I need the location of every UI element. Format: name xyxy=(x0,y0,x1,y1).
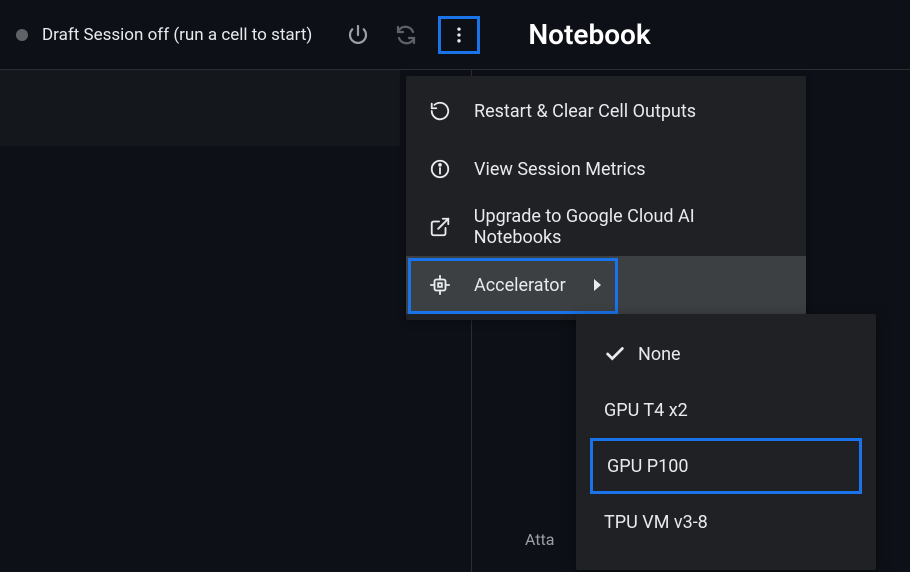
menu-label: Upgrade to Google Cloud AI Notebooks xyxy=(474,206,784,248)
attach-label: Atta xyxy=(525,530,554,549)
toolbar-icons xyxy=(346,23,418,47)
accelerator-option-none[interactable]: None xyxy=(590,326,862,382)
menu-item-upgrade[interactable]: Upgrade to Google Cloud AI Notebooks xyxy=(406,198,806,256)
chip-icon xyxy=(428,273,452,297)
menu-label: Restart & Clear Cell Outputs xyxy=(474,101,696,122)
restart-icon xyxy=(428,99,452,123)
more-options-button[interactable] xyxy=(438,16,480,54)
option-label: TPU VM v3-8 xyxy=(604,512,708,533)
chevron-right-icon xyxy=(594,279,601,291)
accelerator-option-t4[interactable]: GPU T4 x2 xyxy=(590,382,862,438)
menu-item-accelerator[interactable]: Accelerator xyxy=(406,256,806,314)
left-panel-area xyxy=(0,70,400,146)
status-indicator-dot xyxy=(16,29,28,41)
accelerator-submenu: None GPU T4 x2 GPU P100 TPU VM v3-8 xyxy=(576,314,876,570)
options-dropdown: Restart & Clear Cell Outputs View Sessio… xyxy=(406,76,806,320)
menu-item-restart[interactable]: Restart & Clear Cell Outputs xyxy=(406,82,806,140)
menu-label: View Session Metrics xyxy=(474,159,646,180)
external-link-icon xyxy=(428,215,452,239)
option-label: GPU P100 xyxy=(607,456,688,477)
page-title: Notebook xyxy=(528,18,650,51)
power-icon[interactable] xyxy=(346,23,370,47)
check-icon xyxy=(604,343,632,365)
option-label: GPU T4 x2 xyxy=(604,400,688,421)
menu-label: Accelerator xyxy=(474,275,566,296)
top-bar: Draft Session off (run a cell to start) … xyxy=(0,0,910,70)
option-label: None xyxy=(638,344,681,365)
accelerator-option-tpu[interactable]: TPU VM v3-8 xyxy=(590,494,862,550)
accelerator-option-p100[interactable]: GPU P100 xyxy=(590,438,862,494)
refresh-icon[interactable] xyxy=(394,23,418,47)
menu-item-metrics[interactable]: View Session Metrics xyxy=(406,140,806,198)
info-icon xyxy=(428,157,452,181)
session-status-text: Draft Session off (run a cell to start) xyxy=(42,25,312,45)
